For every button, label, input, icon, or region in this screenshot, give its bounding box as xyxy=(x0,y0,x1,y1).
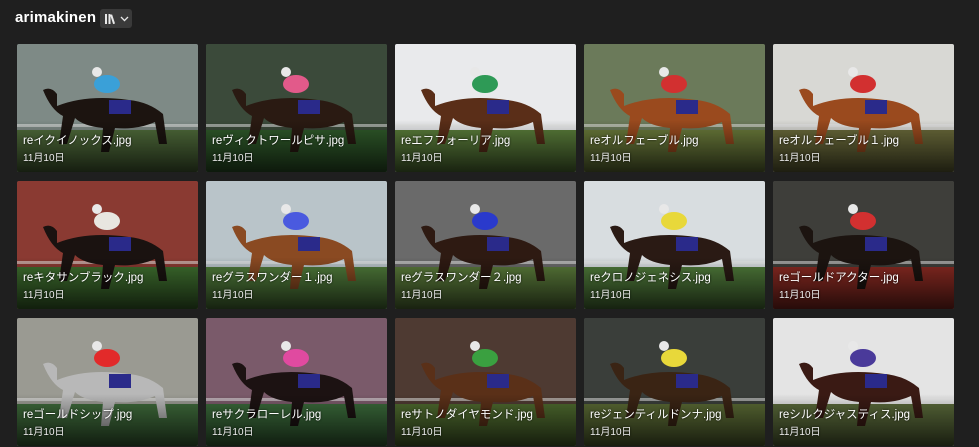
file-name: reサクラローレル.jpg xyxy=(212,409,322,421)
file-tile[interactable]: reグラスワンダー２.jpg 11月10日 xyxy=(395,181,576,309)
file-name: reキタサンブラック.jpg xyxy=(23,272,144,284)
file-date: 11月10日 xyxy=(779,153,821,164)
file-name: reゴールドアクター.jpg xyxy=(779,272,899,284)
file-name: reグラスワンダー１.jpg xyxy=(212,272,333,284)
file-tile[interactable]: reシルクジャスティス.jpg 11月10日 xyxy=(773,318,954,446)
file-date: 11月10日 xyxy=(401,290,443,301)
file-name: reジェンティルドンナ.jpg xyxy=(590,409,722,421)
folder-header: arimakinen xyxy=(0,0,979,38)
file-name: reゴールドシップ.jpg xyxy=(23,409,133,421)
file-tile[interactable]: reエフフォーリア.jpg 11月10日 xyxy=(395,44,576,172)
file-date: 11月10日 xyxy=(23,153,65,164)
file-tile[interactable]: reジェンティルドンナ.jpg 11月10日 xyxy=(584,318,765,446)
file-tile[interactable]: reイクイノックス.jpg 11月10日 xyxy=(17,44,198,172)
file-date: 11月10日 xyxy=(590,153,632,164)
file-name: reサトノダイヤモンド.jpg xyxy=(401,409,533,421)
file-tile[interactable]: reサクラローレル.jpg 11月10日 xyxy=(206,318,387,446)
file-name: reヴィクトワールピサ.jpg xyxy=(212,135,345,147)
file-date: 11月10日 xyxy=(590,290,632,301)
library-view-icon xyxy=(104,13,115,24)
file-name: reグラスワンダー２.jpg xyxy=(401,272,522,284)
file-name: reオルフェーブル.jpg xyxy=(590,135,699,147)
file-name: reイクイノックス.jpg xyxy=(23,135,132,147)
file-date: 11月10日 xyxy=(779,290,821,301)
file-tile[interactable]: reサトノダイヤモンド.jpg 11月10日 xyxy=(395,318,576,446)
file-name: reクロノジェネシス.jpg xyxy=(590,272,711,284)
file-date: 11月10日 xyxy=(401,427,443,438)
file-tile[interactable]: reグラスワンダー１.jpg 11月10日 xyxy=(206,181,387,309)
file-tile[interactable]: reキタサンブラック.jpg 11月10日 xyxy=(17,181,198,309)
file-date: 11月10日 xyxy=(23,290,65,301)
file-date: 11月10日 xyxy=(212,153,254,164)
file-tile[interactable]: reゴールドアクター.jpg 11月10日 xyxy=(773,181,954,309)
file-name: reシルクジャスティス.jpg xyxy=(779,409,911,421)
file-date: 11月10日 xyxy=(401,153,443,164)
file-tile[interactable]: reクロノジェネシス.jpg 11月10日 xyxy=(584,181,765,309)
view-options-button[interactable] xyxy=(100,9,132,28)
file-tile[interactable]: reゴールドシップ.jpg 11月10日 xyxy=(17,318,198,446)
folder-title: arimakinen xyxy=(15,9,97,26)
file-tile[interactable]: reオルフェーブル１.jpg 11月10日 xyxy=(773,44,954,172)
file-date: 11月10日 xyxy=(590,427,632,438)
file-tile[interactable]: reヴィクトワールピサ.jpg 11月10日 xyxy=(206,44,387,172)
file-date: 11月10日 xyxy=(779,427,821,438)
file-date: 11月10日 xyxy=(212,290,254,301)
file-date: 11月10日 xyxy=(23,427,65,438)
file-date: 11月10日 xyxy=(212,427,254,438)
chevron-down-icon xyxy=(120,16,128,22)
file-name: reオルフェーブル１.jpg xyxy=(779,135,900,147)
file-tile[interactable]: reオルフェーブル.jpg 11月10日 xyxy=(584,44,765,172)
thumbnail-grid: reイクイノックス.jpg 11月10日 reヴィクトワールピサ.jpg 11月10日… xyxy=(17,44,954,446)
file-name: reエフフォーリア.jpg xyxy=(401,135,511,147)
